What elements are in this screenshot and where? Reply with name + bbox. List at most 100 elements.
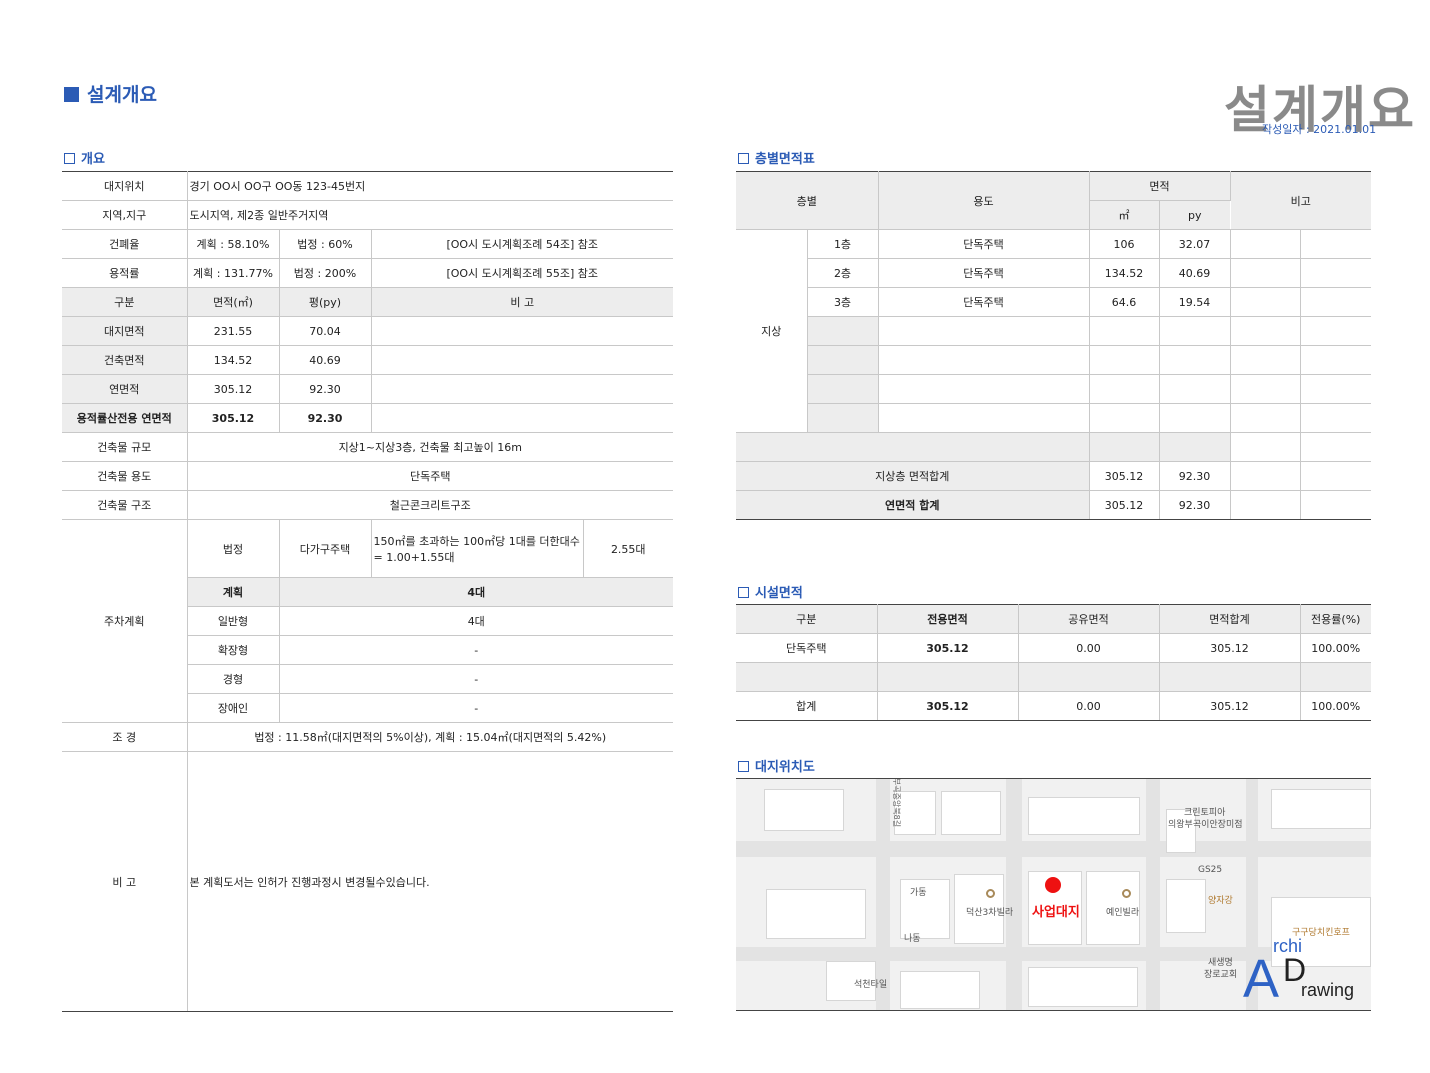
cell-label: 건축면적 bbox=[62, 345, 188, 375]
cell-py bbox=[1159, 345, 1231, 375]
cell-value: 도시지역, 제2종 일반주거지역 bbox=[187, 200, 673, 230]
site-label: 사업대지 bbox=[1032, 905, 1080, 920]
header-cell: 면적 bbox=[1089, 171, 1231, 201]
site-marker-icon bbox=[1045, 877, 1061, 893]
cell-value: - bbox=[279, 693, 673, 723]
subtotal-row: 지상층 면적합계 305.12 92.30 bbox=[736, 461, 1371, 491]
cell-label: 건축물 구조 bbox=[62, 490, 188, 520]
table-row: 용적률 계획 : 131.77% 법정 : 200% [OO시 도시계획조례 5… bbox=[62, 258, 673, 288]
cell-note bbox=[371, 316, 673, 346]
site-location-map: 부곡중앙북8길 가동 나동 덕산3차빌라 예인빌라 사업대지 크린토피아 의왕부… bbox=[736, 778, 1371, 1011]
cell-m2: 231.55 bbox=[187, 316, 280, 346]
map-poi-label: 석천타일 bbox=[854, 980, 888, 990]
cell-label: 대지위치 bbox=[62, 171, 188, 201]
cell-empty bbox=[1159, 662, 1301, 692]
cell-label: 건축물 규모 bbox=[62, 432, 188, 462]
cell-label: 연면적 합계 bbox=[736, 490, 1090, 520]
cell-py: 92.30 bbox=[1159, 490, 1231, 520]
cell-m2: 64.6 bbox=[1089, 287, 1160, 317]
cell-note bbox=[1230, 287, 1301, 317]
table-row: 건축면적 134.52 40.69 bbox=[62, 345, 673, 375]
section-title-location: 대지위치도 bbox=[738, 756, 815, 775]
cell-label: 단독주택 bbox=[736, 633, 878, 663]
map-building bbox=[1166, 879, 1206, 933]
cell-note bbox=[1300, 374, 1371, 404]
header-cell: 평(py) bbox=[279, 287, 372, 317]
section-title-text: 층별면적표 bbox=[755, 152, 815, 167]
section-title-overview: 개요 bbox=[64, 148, 105, 167]
cell-value: 305.12 bbox=[877, 691, 1019, 721]
cell-m2 bbox=[1089, 374, 1160, 404]
map-building bbox=[1271, 789, 1371, 829]
cell-floor bbox=[806, 403, 879, 433]
cell-plan: 계획 : 58.10% bbox=[187, 229, 280, 259]
section-title-text: 시설면적 bbox=[755, 586, 803, 601]
table-row: 주차계획 법정 다가구주택 150㎡를 초과하는 100㎡당 1대를 더한대수 … bbox=[62, 519, 673, 723]
cell-value: - bbox=[279, 664, 673, 694]
cell-note bbox=[1300, 316, 1371, 346]
cell-label: 합계 bbox=[736, 691, 878, 721]
table-row bbox=[736, 403, 1371, 433]
cell-value: 본 계획도서는 인허가 진행과정시 변경될수있습니다. bbox=[187, 751, 673, 1012]
map-label: 가동 bbox=[910, 888, 927, 898]
cell-rule: 150㎡를 초과하는 100㎡당 1대를 더한대수 = 1.00+1.55대 bbox=[371, 519, 584, 578]
page-heading-text: 설계개요 bbox=[87, 84, 157, 106]
map-road-label: 부곡중앙북8길 bbox=[892, 778, 902, 828]
cell-label: 용적률산전용 연면적 bbox=[62, 403, 188, 433]
table-row: 2층 단독주택 134.52 40.69 bbox=[736, 258, 1371, 288]
cell-note bbox=[1230, 490, 1301, 520]
cell-value: 경기 OO시 OO구 OO동 123-45번지 bbox=[187, 171, 673, 201]
cell-floor: 3층 bbox=[806, 287, 879, 317]
cell-ref: [OO시 도시계획조례 54조] 참조 bbox=[371, 229, 673, 259]
archi-drawing-logo: A rchi D rawing bbox=[1243, 928, 1363, 1008]
header-cell: py bbox=[1159, 200, 1230, 230]
cell-label: 건폐율 bbox=[62, 229, 188, 259]
cell-m2: 106 bbox=[1089, 229, 1160, 259]
overview-table: 대지위치 경기 OO시 OO구 OO동 123-45번지 지역,지구 도시지역,… bbox=[62, 171, 673, 1012]
cell-value: 100.00% bbox=[1300, 633, 1371, 663]
cell-sublabel: 계획 bbox=[186, 577, 280, 607]
cell-py bbox=[1159, 403, 1231, 433]
map-road bbox=[736, 841, 1371, 857]
logo-text: rawing bbox=[1301, 980, 1355, 1000]
cell-label: 조 경 bbox=[62, 722, 188, 752]
table-row bbox=[736, 432, 1371, 462]
cell-use: 단독주택 bbox=[878, 287, 1090, 317]
map-building bbox=[900, 971, 980, 1009]
cell-py: 40.69 bbox=[279, 345, 372, 375]
map-building bbox=[1028, 967, 1138, 1007]
cell-empty bbox=[736, 432, 1090, 462]
map-poi-label: 양자강 bbox=[1208, 896, 1233, 906]
header-cell: 전용면적 bbox=[877, 604, 1019, 634]
cell-py bbox=[1159, 316, 1231, 346]
cell-note bbox=[1300, 287, 1371, 317]
cell-sublabel: 경형 bbox=[186, 664, 280, 694]
map-road bbox=[1146, 779, 1160, 1010]
cell-value: 철근콘크리트구조 bbox=[187, 490, 673, 520]
map-poi-label: 의왕부곡이안장미점 bbox=[1168, 820, 1243, 830]
cell-use bbox=[878, 345, 1090, 375]
cell-note bbox=[1300, 490, 1371, 520]
cell-use: 단독주택 bbox=[878, 229, 1090, 259]
cell-py: 92.30 bbox=[1159, 461, 1231, 491]
cell-value: 단독주택 bbox=[187, 461, 673, 491]
header-cell: 구분 bbox=[62, 287, 188, 317]
cell-label: 지역,지구 bbox=[62, 200, 188, 230]
total-row: 합계 305.12 0.00 305.12 100.00% bbox=[736, 691, 1371, 721]
cell-value: 2.55대 bbox=[583, 519, 673, 578]
cell-label: 지상층 면적합계 bbox=[736, 461, 1090, 491]
header-cell: 구분 bbox=[736, 604, 878, 634]
cell-type: 다가구주택 bbox=[279, 519, 372, 578]
cell-value: 100.00% bbox=[1300, 691, 1371, 721]
table-row: 지상 1층 단독주택 106 32.07 bbox=[736, 229, 1371, 433]
cell-value: 305.12 bbox=[877, 633, 1019, 663]
cell-note bbox=[1230, 345, 1301, 375]
cell-py bbox=[1159, 432, 1231, 462]
cell-note bbox=[1230, 374, 1301, 404]
cell-use bbox=[878, 316, 1090, 346]
cell-note bbox=[1300, 229, 1371, 259]
table-row: 대지위치 경기 OO시 OO구 OO동 123-45번지 bbox=[62, 171, 673, 201]
logo-letter: A bbox=[1243, 949, 1280, 1009]
table-row bbox=[736, 345, 1371, 375]
map-pin-icon bbox=[1122, 889, 1131, 898]
